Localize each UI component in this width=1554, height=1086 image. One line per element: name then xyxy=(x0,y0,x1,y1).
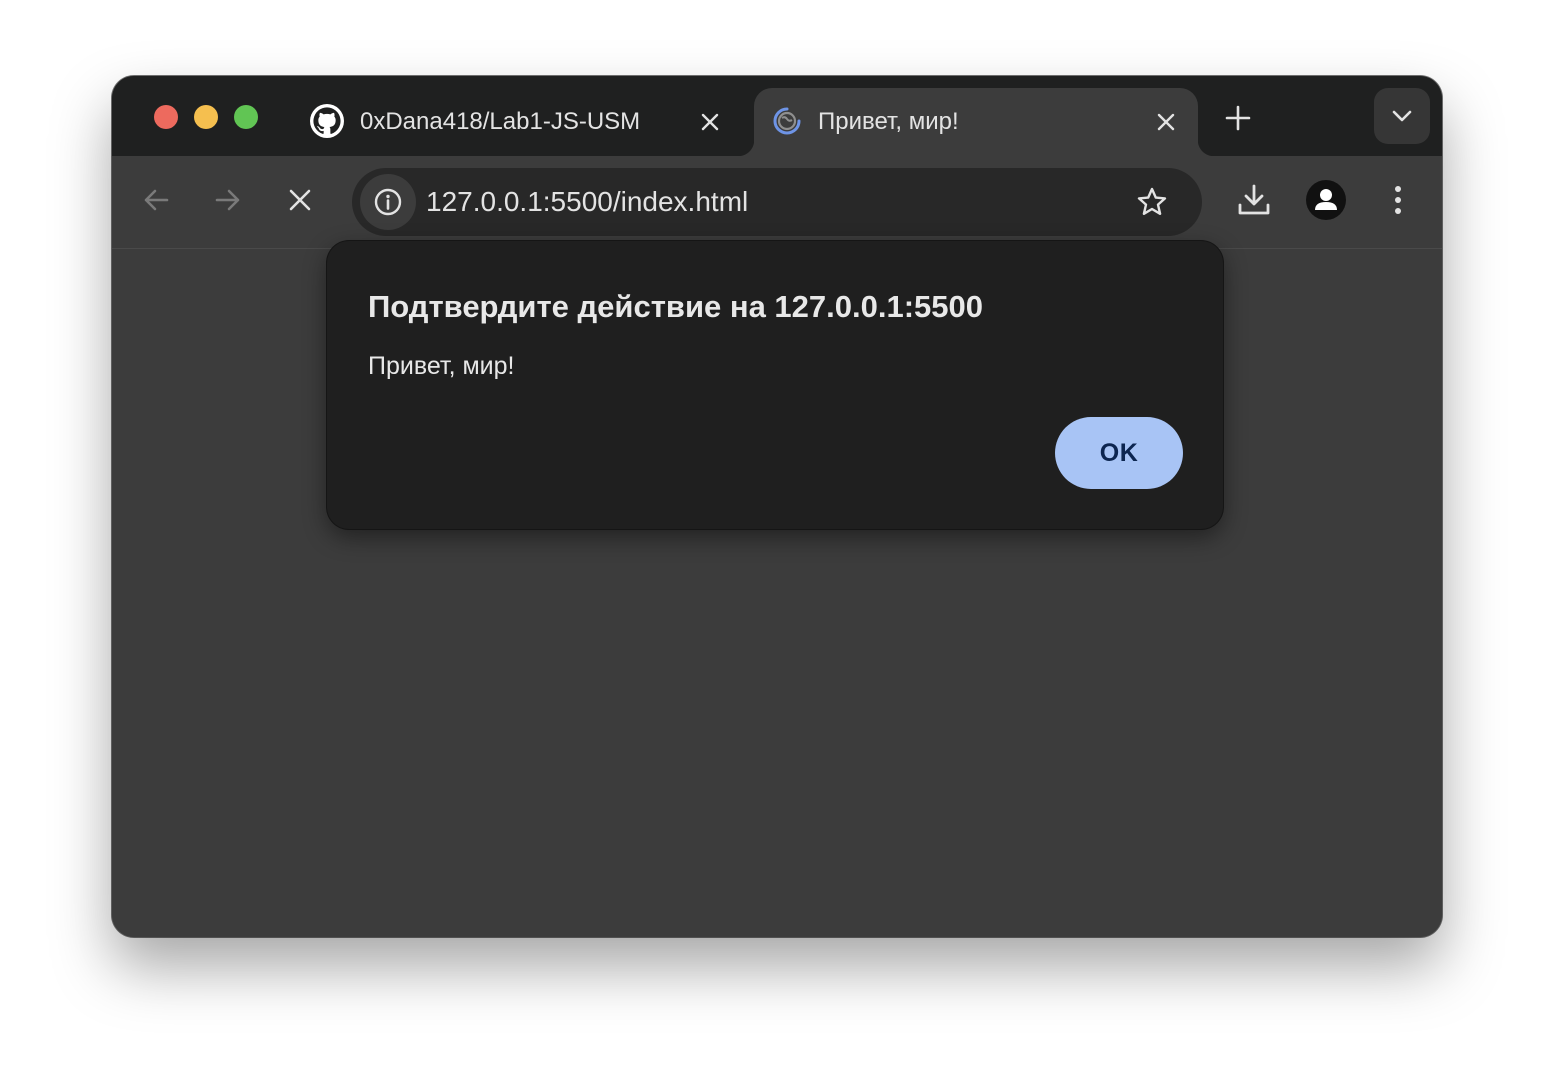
tab-github[interactable]: 0xDana418/Lab1-JS-USM xyxy=(298,88,738,156)
back-button[interactable] xyxy=(136,180,176,220)
kebab-menu-icon xyxy=(1395,186,1401,214)
browser-window: 0xDana418/Lab1-JS-USM Привет, мир! 127.0… xyxy=(112,76,1442,937)
close-icon[interactable] xyxy=(1150,106,1182,138)
info-icon xyxy=(374,188,402,216)
forward-arrow-icon xyxy=(215,189,240,211)
new-tab-button[interactable] xyxy=(1220,100,1256,136)
forward-button[interactable] xyxy=(208,180,248,220)
stop-loading-icon xyxy=(289,189,311,211)
url-text[interactable]: 127.0.0.1:5500/index.html xyxy=(426,187,748,217)
window-close-button[interactable] xyxy=(154,105,178,129)
address-bar[interactable]: 127.0.0.1:5500/index.html xyxy=(352,168,1202,236)
chevron-down-icon xyxy=(1392,110,1412,122)
tab-search-button[interactable] xyxy=(1374,88,1430,144)
tab-strip: 0xDana418/Lab1-JS-USM Привет, мир! xyxy=(112,76,1442,156)
star-icon xyxy=(1137,187,1167,215)
github-icon xyxy=(310,104,344,138)
tab-title: Привет, мир! xyxy=(818,108,959,135)
stop-button[interactable] xyxy=(280,180,320,220)
bookmark-button[interactable] xyxy=(1132,182,1172,222)
window-maximize-button[interactable] xyxy=(234,105,258,129)
loading-globe-icon xyxy=(770,104,804,138)
tab-title: 0xDana418/Lab1-JS-USM xyxy=(360,108,641,135)
back-arrow-icon xyxy=(144,189,169,211)
dialog-message: Привет, мир! xyxy=(368,352,515,380)
tab-active[interactable]: Привет, мир! xyxy=(738,88,1214,156)
close-icon[interactable] xyxy=(694,106,726,138)
profile-icon xyxy=(1306,180,1346,220)
window-minimize-button[interactable] xyxy=(194,105,218,129)
plus-icon xyxy=(1225,105,1251,131)
dialog-title: Подтвердите действие на 127.0.0.1:5500 xyxy=(368,289,984,324)
downloads-button[interactable] xyxy=(1234,180,1274,220)
ok-button[interactable]: OK xyxy=(1055,417,1183,489)
profile-button[interactable] xyxy=(1306,180,1346,220)
alert-dialog: Подтвердите действие на 127.0.0.1:5500 П… xyxy=(327,241,1223,529)
menu-button[interactable] xyxy=(1378,180,1418,220)
download-icon xyxy=(1238,184,1270,215)
site-info-button[interactable] xyxy=(360,174,416,230)
toolbar: 127.0.0.1:5500/index.html xyxy=(112,156,1442,249)
